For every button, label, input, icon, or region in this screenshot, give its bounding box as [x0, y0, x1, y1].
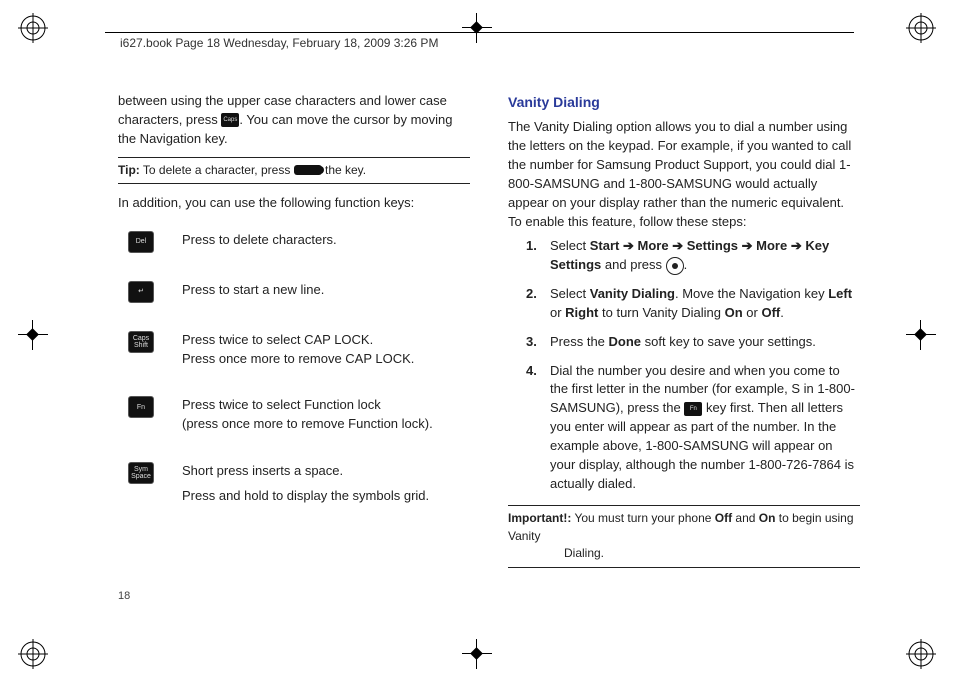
s1a: Select	[550, 238, 590, 253]
s3b: soft key to save your settings.	[641, 334, 816, 349]
step-2-text: Select Vanity Dialing. Move the Navigati…	[550, 285, 860, 323]
s2d: to turn Vanity Dialing	[598, 305, 724, 320]
caps-desc-1: Press twice to select CAP LOCK.	[182, 331, 470, 350]
crop-mark-bottom-right	[906, 639, 936, 669]
imp-off: Off	[715, 511, 732, 525]
edge-mark-top	[462, 13, 492, 43]
tip-box: Tip: To delete a character, press the ke…	[118, 157, 470, 184]
s3-done: Done	[609, 334, 642, 349]
crop-mark-top-right	[906, 13, 936, 43]
caps-shift-key-icon: Caps Shift	[128, 331, 154, 353]
crop-mark-top-left	[18, 13, 48, 43]
step-4-text: Dial the number you desire and when you …	[550, 362, 860, 494]
edge-mark-left	[18, 320, 48, 350]
edge-mark-bottom	[462, 639, 492, 669]
fn-row-enter: ↵ Press to start a new line.	[118, 281, 470, 303]
caps-desc-2: Press once more to remove CAP LOCK.	[182, 350, 470, 369]
right-column: Vanity Dialing The Vanity Dialing option…	[508, 92, 860, 602]
addition-para: In addition, you can use the following f…	[118, 194, 470, 213]
vanity-dialing-heading: Vanity Dialing	[508, 92, 860, 112]
delete-longkey-icon	[294, 165, 322, 175]
edge-mark-right	[906, 320, 936, 350]
step-3-text: Press the Done soft key to save your set…	[550, 333, 860, 352]
arrow-icon: ➔	[742, 238, 757, 253]
fn-key-icon: Fn	[128, 396, 154, 418]
step-2-num: 2.	[526, 285, 550, 323]
enter-desc: Press to start a new line.	[182, 281, 470, 300]
s2-vd: Vanity Dialing	[590, 286, 675, 301]
tip-label: Tip:	[118, 163, 140, 177]
enter-key-icon: ↵	[128, 281, 154, 303]
sym-space-key-icon: Sym Space	[128, 462, 154, 484]
function-key-table: Del Press to delete characters. ↵ Press …	[118, 231, 470, 506]
fn-desc-1: Press twice to select Function lock	[182, 396, 470, 415]
fn-row-fn: Fn Press twice to select Function lock (…	[118, 396, 470, 434]
fn-key-icon-inline: Fn	[684, 402, 702, 416]
header-text: i627.book Page 18 Wednesday, February 18…	[120, 36, 438, 50]
step-3: 3. Press the Done soft key to save your …	[526, 333, 860, 352]
s3a: Press the	[550, 334, 609, 349]
s1-settings: Settings	[687, 238, 738, 253]
fn-row-delete: Del Press to delete characters.	[118, 231, 470, 253]
s2f: .	[780, 305, 784, 320]
step-1-num: 1.	[526, 237, 550, 275]
imp-on: On	[759, 511, 776, 525]
s2-off: Off	[761, 305, 780, 320]
important-label: Important!:	[508, 511, 571, 525]
ok-button-icon	[666, 257, 684, 275]
fn-row-sym: Sym Space Short press inserts a space. P…	[118, 462, 470, 506]
sym-desc-1: Short press inserts a space.	[182, 462, 470, 481]
header-rule	[105, 32, 854, 33]
left-column: between using the upper case characters …	[118, 92, 470, 602]
s2-on: On	[725, 305, 743, 320]
tip-text-before: To delete a character, press	[140, 163, 294, 177]
arrow-icon: ➔	[672, 238, 687, 253]
s1-more2: More	[756, 238, 787, 253]
imp-a: You must turn your phone	[571, 511, 714, 525]
sym-desc-2: Press and hold to display the symbols gr…	[182, 487, 470, 506]
step-2: 2. Select Vanity Dialing. Move the Navig…	[526, 285, 860, 323]
del-key-icon: Del	[128, 231, 154, 253]
s2-right: Right	[565, 305, 598, 320]
fn-row-caps: Caps Shift Press twice to select CAP LOC…	[118, 331, 470, 369]
s2a: Select	[550, 286, 590, 301]
important-box: Important!: You must turn your phone Off…	[508, 505, 860, 567]
step-1: 1. Select Start ➔ More ➔ Settings ➔ More…	[526, 237, 860, 275]
step-4-num: 4.	[526, 362, 550, 494]
tip-text-after: the key.	[322, 163, 366, 177]
caps-desc: Press twice to select CAP LOCK. Press on…	[182, 331, 470, 369]
arrow-icon: ➔	[623, 238, 638, 253]
intro-para: between using the upper case characters …	[118, 92, 470, 149]
step-4: 4. Dial the number you desire and when y…	[526, 362, 860, 494]
s2c: or	[550, 305, 565, 320]
imp-b: and	[732, 511, 759, 525]
vanity-intro: The Vanity Dialing option allows you to …	[508, 118, 860, 231]
step-1-text: Select Start ➔ More ➔ Settings ➔ More ➔ …	[550, 237, 860, 275]
s1b: and press	[605, 257, 666, 272]
s1-more1: More	[638, 238, 669, 253]
crop-mark-bottom-left	[18, 639, 48, 669]
caps-key-icon: Caps	[221, 113, 239, 127]
fn-desc-2: (press once more to remove Function lock…	[182, 415, 470, 434]
s1c: .	[684, 257, 688, 272]
page-content: between using the upper case characters …	[118, 92, 860, 602]
s1-start: Start	[590, 238, 620, 253]
fn-desc: Press twice to select Function lock (pre…	[182, 396, 470, 434]
step-3-num: 3.	[526, 333, 550, 352]
steps-list: 1. Select Start ➔ More ➔ Settings ➔ More…	[526, 237, 860, 493]
imp-d: Dialing.	[564, 545, 860, 562]
sym-desc: Short press inserts a space. Press and h…	[182, 462, 470, 506]
s2b: . Move the Navigation key	[675, 286, 828, 301]
s2-left: Left	[828, 286, 852, 301]
page-number: 18	[118, 590, 130, 602]
arrow-icon: ➔	[791, 238, 806, 253]
s2e: or	[743, 305, 762, 320]
del-desc: Press to delete characters.	[182, 231, 470, 250]
